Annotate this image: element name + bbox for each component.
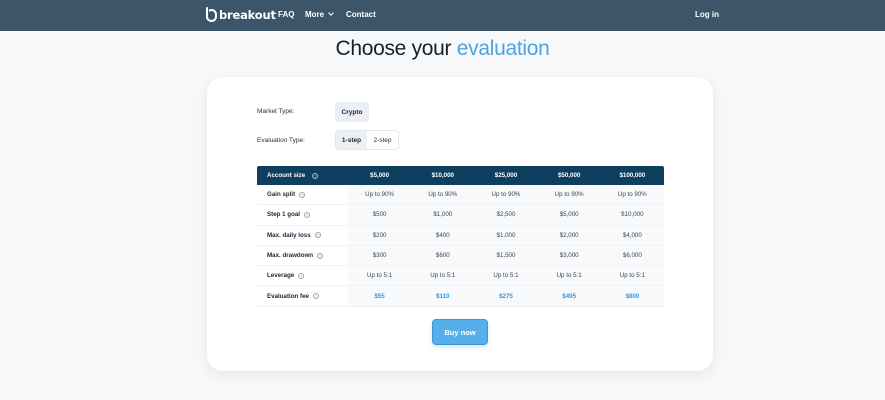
table-cell: $200 — [348, 225, 412, 245]
info-icon[interactable]: ? — [317, 252, 324, 259]
table-cell: $5,000 — [537, 205, 601, 225]
nav-link-contact[interactable]: Contact — [346, 10, 376, 20]
table-cell: Up to 90% — [537, 185, 601, 205]
row-label-cell: Max. daily loss? — [257, 226, 348, 245]
nav-link-faq[interactable]: FAQ — [278, 10, 294, 20]
table-cell: $1,000 — [474, 225, 538, 245]
table-row-leverage: Leverage? Up to 5:1 Up to 5:1 Up to 5:1 … — [257, 266, 664, 287]
table-cell: $1,000 — [411, 205, 475, 225]
table-cell: $3,000 — [537, 245, 601, 266]
fee-cell: $800 — [600, 286, 664, 306]
row-label-cell: Max. drawdown? — [257, 246, 348, 265]
table-cell: Up to 90% — [474, 185, 538, 205]
row-label: Gain split — [267, 191, 296, 199]
table-cell: Up to 5:1 — [600, 266, 664, 286]
evaluation-type-2-step[interactable]: 2-step — [367, 131, 398, 149]
row-label: Max. drawdown — [267, 252, 314, 260]
account-size-option[interactable]: $25,000 — [474, 166, 537, 185]
account-size-header: Account size? — [257, 166, 348, 185]
table-cell: $600 — [411, 245, 475, 266]
table-row-max-drawdown: Max. drawdown? $300 $600 $1,500 $3,000 $… — [257, 245, 664, 267]
table-row-gain-split: Gain split? Up to 90% Up to 90% Up to 90… — [257, 185, 664, 206]
nav-link-more[interactable]: More — [305, 10, 334, 20]
market-type-crypto-button[interactable]: Crypto — [335, 102, 369, 122]
fee-cell: $275 — [474, 286, 538, 306]
row-label-cell: Leverage? — [257, 266, 348, 285]
table-cell: $400 — [411, 225, 475, 245]
page-title-main: Choose your — [335, 37, 452, 60]
breakout-logo-icon — [205, 6, 217, 22]
table-header-row: Account size? $5,000 $10,000 $25,000 $50… — [257, 166, 664, 185]
row-label: Step 1 goal — [267, 211, 301, 219]
table-cell: Up to 90% — [348, 185, 412, 205]
info-icon[interactable]: ? — [299, 191, 306, 198]
table-cell: $4,000 — [600, 225, 664, 245]
table-cell: $500 — [348, 205, 412, 225]
account-size-option[interactable]: $10,000 — [411, 166, 474, 185]
table-cell: $1,500 — [474, 245, 538, 266]
evaluation-type-label: Evaluation Type: — [257, 137, 305, 144]
account-size-option[interactable]: $5,000 — [348, 166, 411, 185]
row-label: Max. daily loss — [267, 231, 311, 239]
table-row-evaluation-fee: Evaluation fee? $55 $110 $275 $495 $800 — [257, 286, 664, 307]
nav-more-label: More — [305, 10, 325, 19]
fee-cell: $55 — [348, 286, 412, 306]
market-type-label: Market Type: — [257, 108, 295, 115]
table-row-step-1-goal: Step 1 goal? $500 $1,000 $2,500 $5,000 $… — [257, 205, 664, 226]
fee-cell: $495 — [537, 286, 601, 306]
row-label-cell: Step 1 goal? — [257, 205, 348, 224]
table-cell: $2,000 — [537, 225, 601, 245]
table-cell: Up to 5:1 — [537, 266, 601, 286]
chevron-down-icon — [328, 10, 334, 16]
table-row-max-daily-loss: Max. daily loss? $200 $400 $1,000 $2,000… — [257, 225, 664, 246]
account-size-option[interactable]: $100,000 — [601, 166, 664, 185]
account-size-label: Account size — [267, 172, 306, 179]
pricing-table: Account size? $5,000 $10,000 $25,000 $50… — [257, 166, 664, 307]
brand-name: breakout — [219, 8, 276, 22]
table-cell: Up to 90% — [600, 185, 664, 205]
page-title: Choose your evaluation — [0, 37, 885, 61]
table-cell: $300 — [348, 245, 412, 266]
table-cell: $2,500 — [474, 205, 538, 225]
row-label-cell: Evaluation fee? — [257, 286, 348, 305]
row-label-cell: Gain split? — [257, 185, 348, 204]
page-title-accent: evaluation — [456, 37, 550, 60]
info-icon[interactable]: ? — [312, 293, 319, 300]
account-size-option[interactable]: $50,000 — [538, 166, 601, 185]
row-label: Evaluation fee — [267, 292, 309, 300]
info-icon[interactable]: ? — [312, 172, 319, 179]
top-navigation-bar: breakout FAQ More Contact Log in — [0, 0, 885, 31]
login-link[interactable]: Log in — [695, 10, 719, 20]
buy-now-button[interactable]: Buy now — [432, 319, 488, 345]
table-cell: $6,000 — [600, 245, 664, 266]
table-cell: Up to 90% — [411, 185, 475, 205]
info-icon[interactable]: ? — [304, 211, 311, 218]
table-cell: Up to 5:1 — [411, 266, 475, 286]
info-icon[interactable]: ? — [298, 272, 305, 279]
table-cell: Up to 5:1 — [474, 266, 538, 286]
table-cell: $10,000 — [600, 205, 664, 225]
fee-cell: $110 — [411, 286, 475, 306]
info-icon[interactable]: ? — [314, 232, 321, 239]
row-label: Leverage — [267, 272, 295, 280]
evaluation-type-1-step[interactable]: 1-step — [336, 131, 367, 149]
brand-logo[interactable]: breakout — [205, 6, 276, 23]
evaluation-type-toggle: 1-step 2-step — [335, 130, 399, 150]
table-cell: Up to 5:1 — [348, 266, 412, 286]
